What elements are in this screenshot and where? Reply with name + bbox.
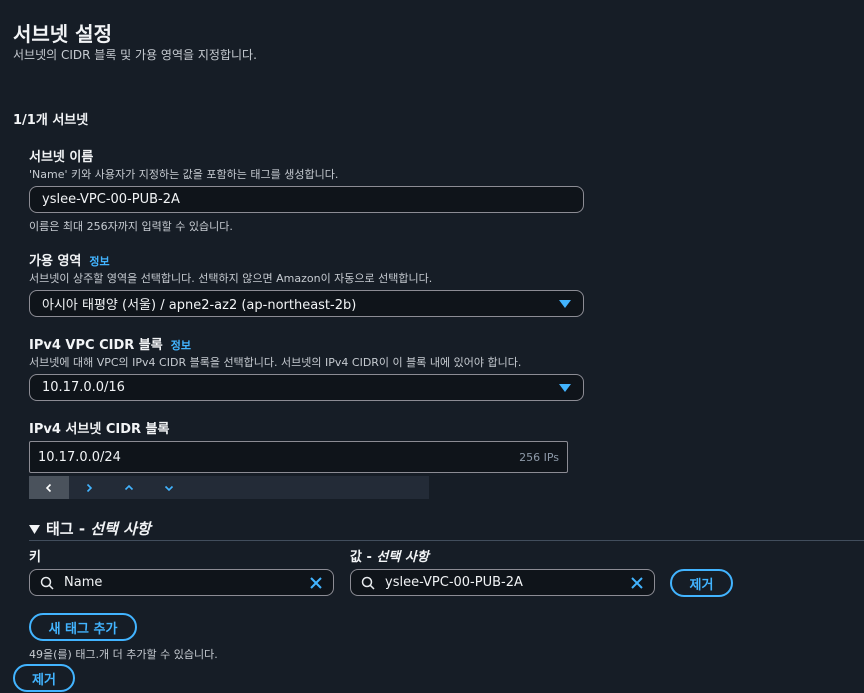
tag-value-input[interactable]: yslee-VPC-00-PUB-2A bbox=[350, 569, 655, 596]
subnet-counter: 1/1개 서브넷 bbox=[13, 113, 89, 128]
page-title: 서브넷 설정 bbox=[13, 22, 112, 46]
subnet-name-hint: 이름은 최대 256자까지 입력할 수 있습니다. bbox=[29, 220, 233, 233]
remove-subnet-button[interactable]: 제거 bbox=[13, 664, 75, 692]
clear-icon[interactable] bbox=[630, 576, 644, 590]
tag-value-label-optional: 선택 사항 bbox=[376, 550, 429, 565]
subnet-name-label: 서브넷 이름 bbox=[29, 150, 94, 165]
search-icon bbox=[361, 576, 375, 590]
availability-zone-select[interactable]: 아시아 태평양 (서울) / apne2-az2 (ap-northeast-2… bbox=[29, 290, 584, 317]
subnet-name-value: yslee-VPC-00-PUB-2A bbox=[42, 192, 180, 207]
tags-section-toggle[interactable]: 태그 - 선택 사항 bbox=[29, 518, 151, 539]
tag-limit-hint: 49을(를) 태그.개 더 추가할 수 있습니다. bbox=[29, 648, 218, 661]
tags-heading: 태그 bbox=[46, 520, 74, 538]
subnet-cidr-input[interactable]: 10.17.0.0/24 256 IPs bbox=[29, 441, 568, 473]
vpc-cidr-info-link[interactable]: 정보 bbox=[171, 339, 191, 352]
availability-zone-description: 서브넷이 상주할 영역을 선택합니다. 선택하지 않으면 Amazon이 자동으… bbox=[29, 272, 433, 285]
vpc-cidr-label: IPv4 VPC CIDR 블록 정보 bbox=[29, 334, 191, 353]
availability-zone-label: 가용 영역 정보 bbox=[29, 250, 110, 269]
availability-zone-info-link[interactable]: 정보 bbox=[89, 255, 109, 268]
vpc-cidr-selected: 10.17.0.0/16 bbox=[42, 380, 125, 395]
tag-value-label: 값 - 선택 사항 bbox=[350, 550, 429, 565]
chevron-right-icon bbox=[86, 483, 93, 492]
remove-tag-button[interactable]: 제거 bbox=[670, 569, 733, 597]
subnet-name-description: 'Name' 키와 사용자가 지정하는 값을 포함하는 태그를 생성합니다. bbox=[29, 168, 339, 181]
subnet-name-input[interactable]: yslee-VPC-00-PUB-2A bbox=[29, 186, 584, 213]
cidr-decrement-button[interactable] bbox=[149, 476, 189, 499]
cidr-previous-button[interactable] bbox=[29, 476, 69, 499]
chevron-up-icon bbox=[124, 484, 134, 490]
tag-key-label: 키 bbox=[29, 550, 41, 565]
availability-zone-selected: 아시아 태평양 (서울) / apne2-az2 (ap-northeast-2… bbox=[42, 298, 357, 313]
cidr-next-button[interactable] bbox=[69, 476, 109, 499]
cidr-increment-button[interactable] bbox=[109, 476, 149, 499]
caret-down-icon bbox=[559, 299, 571, 308]
subnet-cidr-value: 10.17.0.0/24 bbox=[38, 449, 121, 465]
tag-key-input[interactable]: Name bbox=[29, 569, 334, 596]
subnet-cidr-ip-count: 256 IPs bbox=[519, 450, 559, 464]
caret-down-icon bbox=[559, 383, 571, 392]
vpc-cidr-select[interactable]: 10.17.0.0/16 bbox=[29, 374, 584, 401]
chevron-left-icon bbox=[45, 483, 52, 492]
tags-heading-optional: 선택 사항 bbox=[90, 520, 151, 538]
caret-down-icon bbox=[29, 525, 40, 534]
clear-icon[interactable] bbox=[309, 576, 323, 590]
search-icon bbox=[40, 576, 54, 590]
tag-value-value: yslee-VPC-00-PUB-2A bbox=[385, 575, 523, 590]
tags-divider bbox=[29, 540, 864, 541]
tag-value-label-text: 값 bbox=[350, 550, 362, 565]
tag-key-value: Name bbox=[64, 575, 103, 590]
add-tag-button[interactable]: 새 태그 추가 bbox=[29, 613, 137, 641]
vpc-cidr-label-text: IPv4 VPC CIDR 블록 bbox=[29, 338, 163, 353]
vpc-cidr-description: 서브넷에 대해 VPC의 IPv4 CIDR 블록을 선택합니다. 서브넷의 I… bbox=[29, 356, 522, 369]
subnet-cidr-label: IPv4 서브넷 CIDR 블록 bbox=[29, 422, 170, 437]
page-subtitle: 서브넷의 CIDR 블록 및 가용 영역을 지정합니다. bbox=[13, 48, 257, 62]
cidr-stepper bbox=[29, 476, 429, 499]
chevron-down-icon bbox=[164, 485, 174, 491]
availability-zone-label-text: 가용 영역 bbox=[29, 254, 82, 269]
